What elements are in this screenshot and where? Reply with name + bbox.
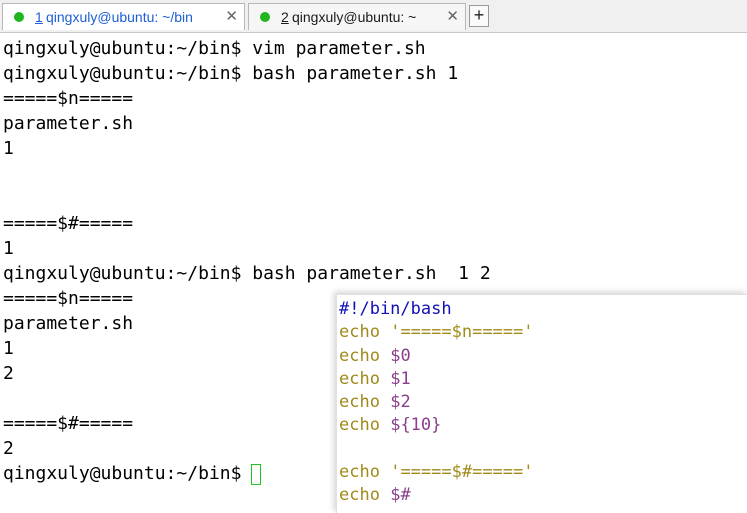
script-argument: $# [390,485,411,506]
script-line: echo ${10} [339,414,747,437]
script-line: echo '=====$#=====' [339,461,747,484]
shell-prompt: qingxuly@ubuntu:~/bin$ [3,463,242,484]
status-dot-icon [14,12,24,22]
terminal-line: qingxuly@ubuntu:~/bin$ bash parameter.sh… [3,263,491,284]
script-preview-panel: #!/bin/bash echo '=====$n=====' echo $0 … [336,294,747,513]
terminal-line: 1 [3,238,14,259]
script-line: echo $0 [339,345,747,368]
script-argument: $2 [390,392,411,413]
tab-1[interactable]: 1 qingxuly@ubuntu: ~/bin ✕ [2,3,245,30]
tab-bar: 1 qingxuly@ubuntu: ~/bin ✕ 2 qingxuly@ub… [0,0,747,33]
status-dot-icon [260,12,270,22]
script-argument: $1 [390,368,411,389]
script-command: echo [339,415,380,436]
new-tab-button[interactable]: + [469,5,489,27]
terminal-line: =====$n===== [3,88,134,109]
script-blank-line [339,438,747,461]
script-argument: '=====$n=====' [390,322,534,343]
text-cursor [251,463,262,485]
terminal-line: qingxuly@ubuntu:~/bin$ vim parameter.sh [3,38,426,59]
terminal-line: parameter.sh [3,113,134,134]
script-command: echo [339,345,380,366]
script-argument: ${10} [390,415,442,436]
tab-number: 2 [281,9,289,25]
shebang-line: #!/bin/bash [339,299,452,319]
script-command: echo [339,485,380,506]
terminal-line: 1 [3,138,14,159]
script-command: echo [339,392,380,413]
script-line: echo $2 [339,391,747,414]
close-tab-icon[interactable]: ✕ [225,4,238,30]
close-tab-icon[interactable]: ✕ [446,4,459,30]
script-line: echo '=====$n=====' [339,321,747,344]
script-command: echo [339,462,380,483]
script-line: echo $1 [339,368,747,391]
terminal-line: =====$#===== [3,213,134,234]
script-argument: $0 [390,345,411,366]
script-command: echo [339,368,380,389]
tab-title: qingxuly@ubuntu: ~/bin [46,9,193,25]
script-argument: '=====$#=====' [390,462,534,483]
script-line: echo $# [339,484,747,507]
tab-number: 1 [35,9,43,25]
tab-title: qingxuly@ubuntu: ~ [292,9,417,25]
script-command: echo [339,322,380,343]
terminal-line: qingxuly@ubuntu:~/bin$ bash parameter.sh… [3,63,459,84]
tab-2[interactable]: 2 qingxuly@ubuntu: ~ ✕ [248,3,466,30]
